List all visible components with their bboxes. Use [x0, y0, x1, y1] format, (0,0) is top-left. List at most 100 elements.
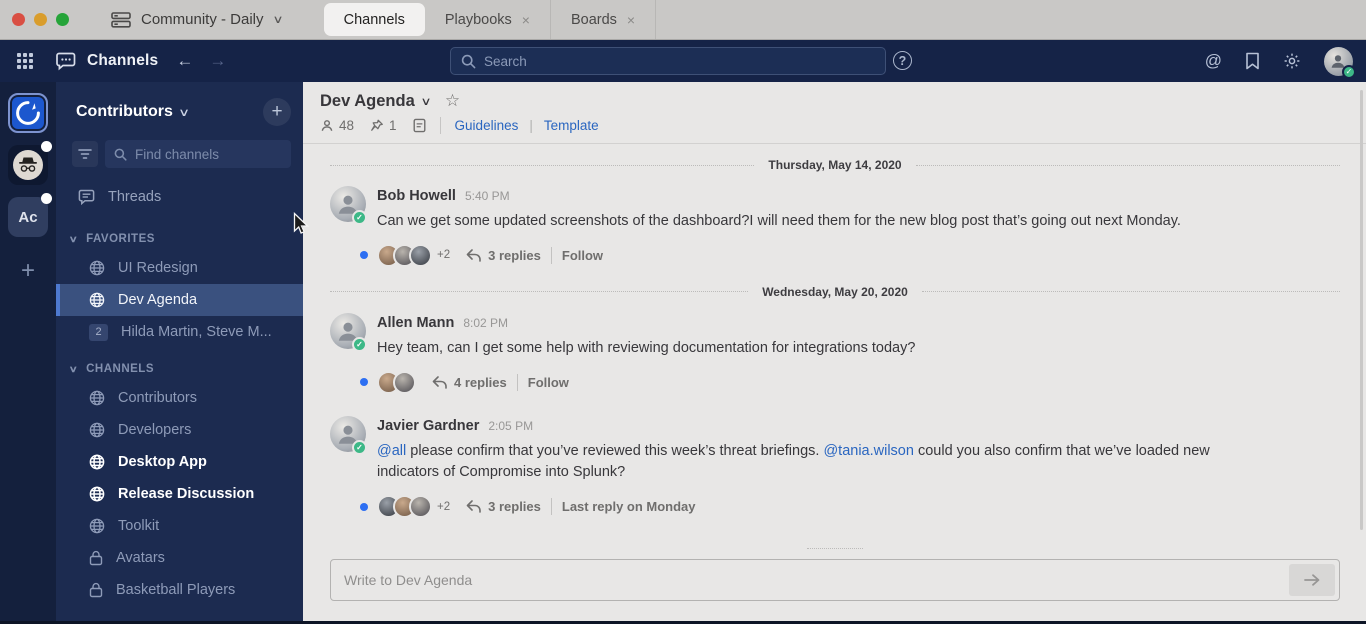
participant-overflow: +2	[437, 249, 451, 262]
tab-label: Channels	[343, 11, 405, 28]
scrollbar[interactable]	[1360, 90, 1363, 530]
workspace-switcher[interactable]: Community - Daily ∨	[111, 11, 283, 28]
maximize-window-button[interactable]	[56, 13, 69, 26]
sidebar-item-developers[interactable]: Developers	[56, 414, 303, 446]
message-author[interactable]: Javier Gardner	[377, 418, 479, 434]
mentions-icon[interactable]: @	[1205, 51, 1222, 71]
thread-participants	[377, 370, 416, 394]
template-link[interactable]: Template	[544, 118, 599, 133]
sidebar-item-group-dm[interactable]: 2 Hilda Martin, Steve M...	[56, 316, 303, 348]
team-name-dropdown[interactable]: Contributors	[76, 103, 173, 121]
close-window-button[interactable]	[12, 13, 25, 26]
follow-button[interactable]: Follow	[528, 375, 569, 390]
avatar[interactable]: ✓	[330, 415, 367, 455]
unread-dot	[360, 251, 368, 260]
close-icon[interactable]: ×	[522, 12, 530, 28]
composer-area	[303, 551, 1366, 601]
tab-boards[interactable]: Boards ×	[551, 0, 657, 39]
mention-all[interactable]: @all	[377, 443, 406, 459]
mention-tania-wilson[interactable]: @tania.wilson	[823, 443, 913, 459]
channel-view: Dev Agenda ∨ ☆ 48 1 Guidelines | Templat…	[303, 82, 1366, 624]
globe-icon	[89, 486, 105, 502]
sidebar-item-avatars[interactable]: Avatars	[56, 542, 303, 574]
sidebar-item-release-discussion[interactable]: Release Discussion	[56, 478, 303, 510]
favorite-star-icon[interactable]: ☆	[445, 91, 460, 111]
channel-label: Desktop App	[118, 454, 207, 470]
unread-dot	[360, 378, 368, 386]
sidebar-item-basketball-players[interactable]: Basketball Players	[56, 574, 303, 606]
team-ac[interactable]: Ac	[8, 193, 52, 237]
message-author[interactable]: Bob Howell	[377, 188, 456, 204]
message-author[interactable]: Allen Mann	[377, 315, 454, 331]
channels-product-icon	[54, 52, 78, 71]
chevron-down-icon[interactable]: ∨	[420, 95, 431, 108]
sidebar-item-toolkit[interactable]: Toolkit	[56, 510, 303, 542]
add-team-button[interactable]: +	[21, 257, 35, 285]
user-avatar[interactable]: ✓	[1324, 46, 1356, 79]
channel-title[interactable]: Dev Agenda	[320, 92, 415, 111]
window-controls	[0, 13, 85, 26]
help-icon[interactable]: ?	[893, 51, 912, 70]
guidelines-link[interactable]: Guidelines	[455, 118, 519, 133]
follow-button[interactable]: Follow	[562, 248, 603, 263]
team-mattermost[interactable]	[8, 93, 48, 133]
find-channels-box[interactable]	[105, 140, 291, 168]
message-composer[interactable]	[330, 559, 1340, 601]
unread-team-dot	[41, 141, 52, 152]
channel-label: Dev Agenda	[118, 292, 198, 308]
avatar[interactable]: ✓	[330, 312, 367, 352]
globe-icon	[89, 260, 105, 276]
date-divider: Thursday, May 14, 2020	[330, 158, 1340, 172]
thread-summary[interactable]: 4 replies Follow	[360, 370, 1340, 394]
forward-arrow-icon[interactable]: →	[209, 51, 226, 71]
close-icon[interactable]: ×	[627, 12, 635, 28]
pinned-count[interactable]: 1	[370, 118, 397, 133]
avatar[interactable]: ✓	[330, 186, 367, 225]
participant-overflow: +2	[437, 500, 451, 513]
section-channels[interactable]: ∨ CHANNELS	[56, 348, 303, 382]
minimize-window-button[interactable]	[34, 13, 47, 26]
channel-files-icon[interactable]	[413, 118, 426, 133]
send-button[interactable]	[1289, 564, 1335, 596]
thread-participants	[377, 243, 432, 267]
message-list: Thursday, May 14, 2020 ✓ Bob Howell 5:40…	[303, 144, 1366, 551]
product-menu-icon[interactable]	[17, 53, 33, 69]
search-icon	[114, 148, 127, 161]
find-channels-input[interactable]	[135, 146, 282, 162]
back-arrow-icon[interactable]: ←	[176, 51, 193, 71]
message-time: 5:40 PM	[464, 189, 510, 203]
member-count[interactable]: 48	[320, 118, 354, 133]
sidebar-item-desktop-app[interactable]: Desktop App	[56, 446, 303, 478]
add-channel-button[interactable]: +	[263, 98, 291, 126]
reply-arrow-icon	[466, 248, 481, 262]
global-search[interactable]	[450, 47, 886, 75]
thread-summary[interactable]: +2 3 replies Follow	[360, 243, 1340, 267]
sidebar-item-ui-redesign[interactable]: UI Redesign	[56, 252, 303, 284]
sidebar-item-threads[interactable]: Threads	[56, 174, 303, 218]
channel-label: Avatars	[116, 550, 165, 566]
message-time: 8:02 PM	[463, 315, 509, 330]
sidebar-item-contributors[interactable]: Contributors	[56, 382, 303, 414]
team-incognito[interactable]	[8, 141, 52, 185]
tab-playbooks[interactable]: Playbooks ×	[425, 0, 551, 39]
member-count-value: 48	[339, 118, 355, 133]
team-sidebar: Ac +	[0, 82, 56, 624]
filter-icon[interactable]	[72, 141, 98, 167]
message-input[interactable]	[344, 572, 1140, 588]
settings-gear-icon[interactable]	[1283, 52, 1301, 70]
section-favorites[interactable]: ∨ FAVORITES	[56, 218, 303, 252]
sidebar-item-dev-agenda[interactable]: Dev Agenda	[56, 284, 303, 316]
reply-count[interactable]: 3 replies	[488, 499, 541, 514]
divider: |	[529, 118, 533, 133]
channel-label: Basketball Players	[116, 582, 236, 598]
channel-label: Hilda Martin, Steve M...	[121, 324, 272, 340]
search-input[interactable]	[484, 53, 875, 69]
message-text: Hey team, can I get some help with revie…	[377, 339, 916, 356]
reply-count[interactable]: 3 replies	[488, 248, 541, 263]
saved-posts-icon[interactable]	[1245, 52, 1260, 70]
message-allen-mann: ✓ Allen Mann 8:02 PM Hey team, can I get…	[330, 312, 1340, 394]
tab-channels[interactable]: Channels	[323, 3, 425, 36]
reply-count[interactable]: 4 replies	[454, 375, 507, 390]
globe-icon	[89, 390, 105, 406]
thread-summary[interactable]: +2 3 replies Last reply on Monday	[360, 495, 1340, 518]
